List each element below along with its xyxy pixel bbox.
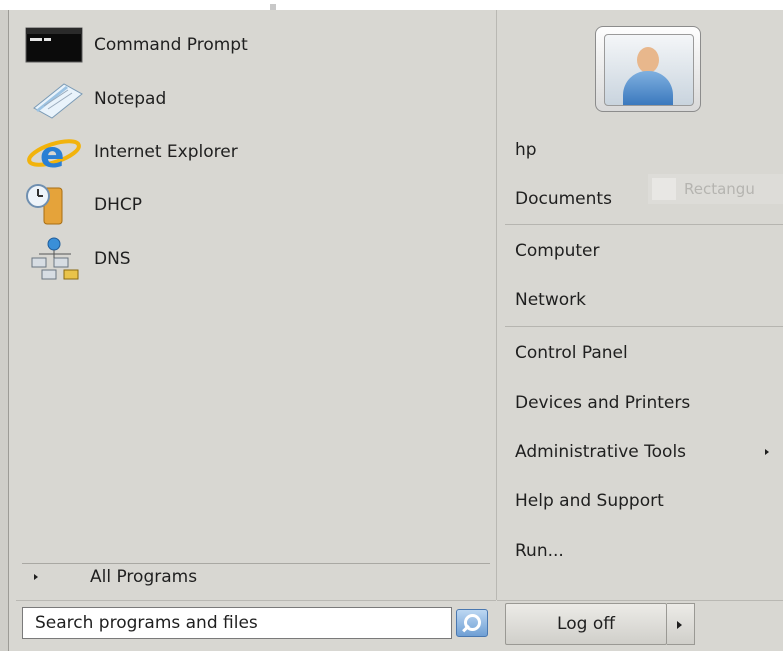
search-row: Search programs and files (16, 600, 496, 651)
program-item-dhcp[interactable]: DHCP (24, 180, 474, 230)
programs-pane: Command Prompt Notepad e Internet Explor… (16, 10, 497, 600)
log-off-label: Log off (557, 614, 615, 634)
menu-left-edge (0, 10, 9, 651)
command-prompt-icon (24, 22, 86, 68)
places-item-label: Administrative Tools (515, 442, 687, 462)
places-item-label: Control Panel (515, 343, 628, 363)
program-item-internet-explorer[interactable]: e Internet Explorer (24, 127, 474, 177)
places-item-label: Network (515, 290, 586, 310)
program-label: DHCP (94, 195, 142, 215)
program-label: Internet Explorer (94, 142, 238, 162)
all-programs-label: All Programs (90, 567, 198, 587)
user-picture-frame[interactable] (595, 26, 701, 112)
places-item-label: Computer (515, 241, 600, 261)
tooltip-icon (652, 178, 676, 200)
user-avatar-icon (604, 34, 694, 106)
avatar-head (637, 47, 659, 73)
search-button[interactable] (456, 609, 488, 637)
dhcp-icon (24, 182, 86, 228)
places-item-computer[interactable]: Computer (515, 232, 775, 270)
places-item-label: Help and Support (515, 491, 664, 511)
places-item-devices-and-printers[interactable]: Devices and Printers (515, 384, 775, 422)
program-item-command-prompt[interactable]: Command Prompt (24, 20, 474, 70)
dns-icon (24, 236, 86, 282)
program-label: Command Prompt (94, 35, 248, 55)
tooltip-label: Rectangu (684, 180, 755, 198)
places-item-user[interactable]: hp (515, 131, 775, 169)
program-label: Notepad (94, 89, 167, 109)
internet-explorer-icon: e (24, 129, 86, 176)
places-item-help-and-support[interactable]: Help and Support (515, 482, 775, 520)
background-tooltip: Rectangu (648, 174, 783, 204)
arrow-right-icon (677, 621, 682, 629)
svg-text:e: e (40, 135, 64, 175)
program-item-dns[interactable]: DNS (24, 234, 474, 284)
divider (505, 224, 783, 225)
places-item-run[interactable]: Run... (515, 532, 775, 570)
places-pane: hp Documents Computer Network Control Pa… (497, 10, 783, 600)
divider (505, 326, 783, 327)
places-item-label: hp (515, 140, 537, 160)
avatar-body (623, 71, 673, 105)
start-menu: Command Prompt Notepad e Internet Explor… (0, 0, 783, 651)
all-programs-button[interactable]: All Programs (20, 562, 490, 592)
power-row: Log off (497, 600, 783, 651)
places-item-administrative-tools[interactable]: Administrative Tools (515, 433, 779, 471)
search-input[interactable]: Search programs and files (22, 607, 452, 639)
arrow-right-icon (34, 574, 38, 580)
places-item-label: Run... (515, 541, 564, 561)
program-label: DNS (94, 249, 131, 269)
places-item-label: Devices and Printers (515, 393, 691, 413)
submenu-arrow-icon (765, 449, 769, 455)
places-item-network[interactable]: Network (515, 281, 775, 319)
places-item-label: Documents (515, 189, 612, 209)
notepad-icon (24, 76, 86, 122)
program-item-notepad[interactable]: Notepad (24, 74, 474, 124)
log-off-button[interactable]: Log off (505, 603, 667, 645)
power-options-button[interactable] (667, 603, 695, 645)
top-strip (0, 0, 783, 10)
places-item-control-panel[interactable]: Control Panel (515, 334, 775, 372)
